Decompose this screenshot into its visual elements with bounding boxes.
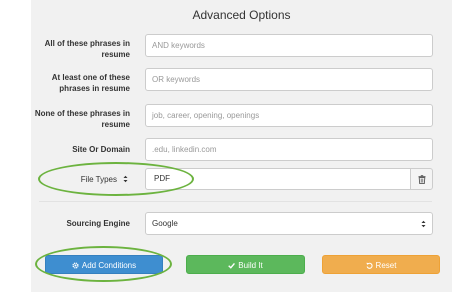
sourcing-engine-label: Sourcing Engine bbox=[66, 219, 130, 228]
reset-label: Reset bbox=[375, 261, 397, 270]
all-phrases-input[interactable]: AND keywords bbox=[145, 34, 433, 57]
one-phrase-input[interactable]: OR keywords bbox=[145, 68, 433, 91]
undo-icon bbox=[365, 262, 373, 269]
site-domain-input[interactable]: .edu, linkedin.com bbox=[145, 138, 433, 161]
site-domain-label: Site Or Domain bbox=[72, 145, 130, 154]
file-types-highlight-oval bbox=[38, 162, 194, 196]
check-icon bbox=[228, 262, 236, 269]
build-it-button[interactable]: Build It bbox=[186, 255, 305, 274]
none-phrases-label: None of these phrases in resume bbox=[34, 109, 130, 129]
sourcing-engine-select[interactable]: Google bbox=[145, 212, 433, 235]
sourcing-engine-value: Google bbox=[152, 219, 178, 228]
section-divider bbox=[39, 201, 432, 202]
add-conditions-highlight-oval bbox=[35, 246, 172, 282]
panel-title: Advanced Options bbox=[192, 8, 291, 22]
one-phrase-label: At least one of these phrases in resume bbox=[51, 73, 130, 93]
none-phrases-input[interactable]: job, career, opening, openings bbox=[145, 104, 433, 127]
remove-file-type-button[interactable] bbox=[410, 168, 433, 190]
reset-button[interactable]: Reset bbox=[322, 255, 440, 274]
select-arrows-icon bbox=[421, 220, 426, 228]
build-it-label: Build It bbox=[238, 261, 263, 270]
trash-icon bbox=[418, 175, 426, 184]
all-phrases-label: All of these phrases in resume bbox=[44, 39, 130, 59]
